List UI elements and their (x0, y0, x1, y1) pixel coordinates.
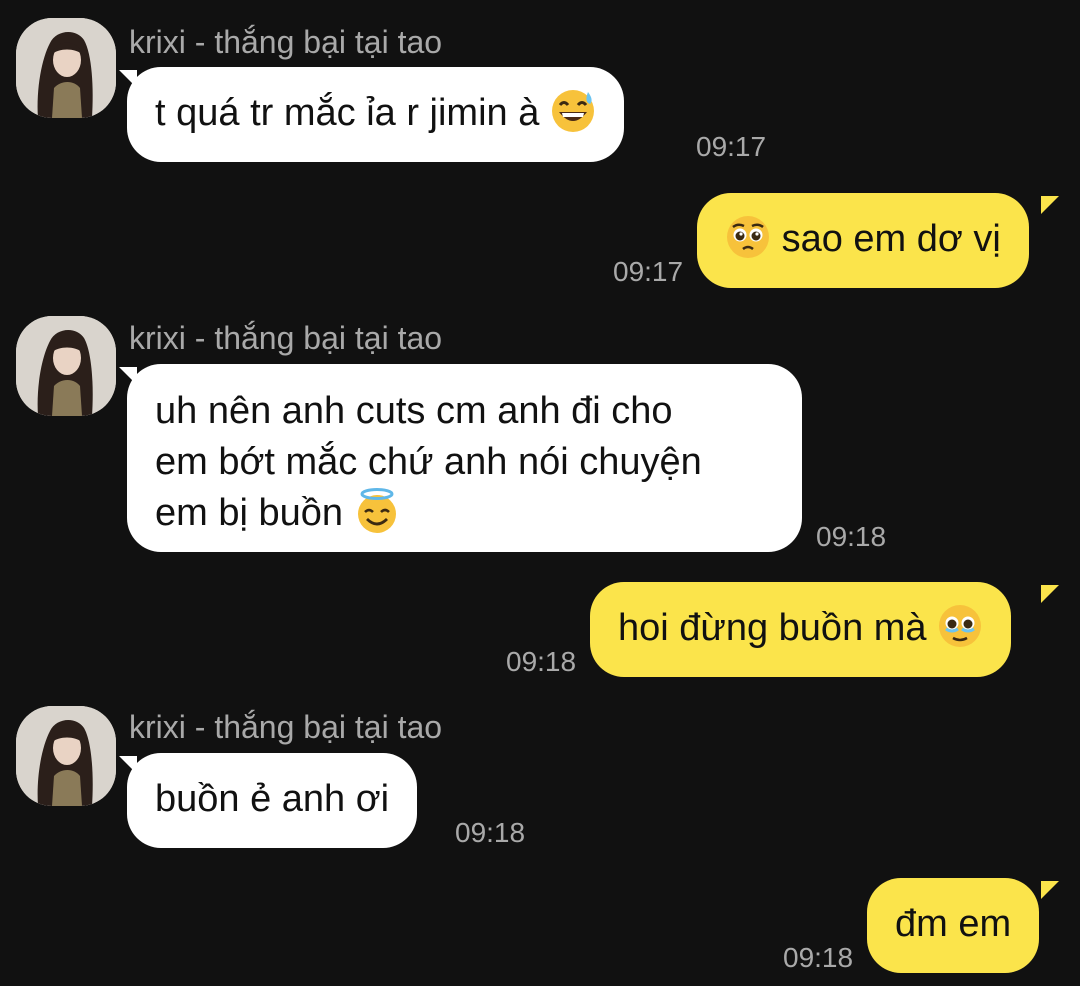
halo-face-emoji (354, 488, 400, 534)
sender-avatar[interactable] (16, 316, 116, 416)
bubble-tail (1041, 585, 1059, 603)
message-text: sao em dơ vị (781, 218, 1001, 260)
message-time: 09:18 (455, 817, 526, 848)
message-time: 09:18 (816, 521, 887, 552)
message-text: buồn ẻ anh ơi (155, 778, 390, 820)
sender-avatar[interactable] (16, 18, 116, 118)
message-bubble-outgoing[interactable]: đm em (867, 878, 1040, 973)
grinning-sweat-emoji (550, 88, 596, 134)
bubble-tail (1041, 881, 1059, 899)
message-line: uh nên anh cuts cm anh đi cho (155, 390, 673, 432)
sender-name: krixi - thắng bại tại tao (129, 24, 443, 60)
message-time: 09:17 (613, 256, 684, 287)
teary-face-emoji (937, 603, 983, 649)
sender-name: krixi - thắng bại tại tao (129, 320, 443, 356)
message-bubble-outgoing[interactable]: hoi đừng buồn mà (590, 582, 1012, 677)
message-bubble-incoming[interactable]: uh nên anh cuts cm anh đi cho em bớt mắc… (127, 364, 802, 552)
bubble-tail (1041, 196, 1059, 214)
message-time: 09:17 (696, 131, 767, 162)
message-line: em bị buồn (155, 492, 344, 534)
message-text: đm em (895, 903, 1012, 945)
message-bubble-incoming[interactable]: t quá tr mắc ỉa r jimin à (127, 67, 624, 162)
message-text: hoi đừng buồn mà (618, 607, 927, 649)
message-line: em bớt mắc chứ anh nói chuyện (155, 441, 702, 483)
sender-name: krixi - thắng bại tại tao (129, 709, 443, 745)
message-time: 09:18 (783, 942, 854, 973)
message-bubble-outgoing[interactable]: sao em dơ vị (697, 193, 1029, 288)
chat-view[interactable]: krixi - thắng bại tại tao t quá tr mắc ỉ… (0, 0, 1080, 986)
pleading-face-emoji (725, 214, 771, 260)
message-text: t quá tr mắc ỉa r jimin à (155, 92, 540, 134)
message-bubble-incoming[interactable]: buồn ẻ anh ơi (127, 753, 418, 848)
message-time: 09:18 (506, 646, 577, 677)
sender-avatar[interactable] (16, 706, 116, 806)
